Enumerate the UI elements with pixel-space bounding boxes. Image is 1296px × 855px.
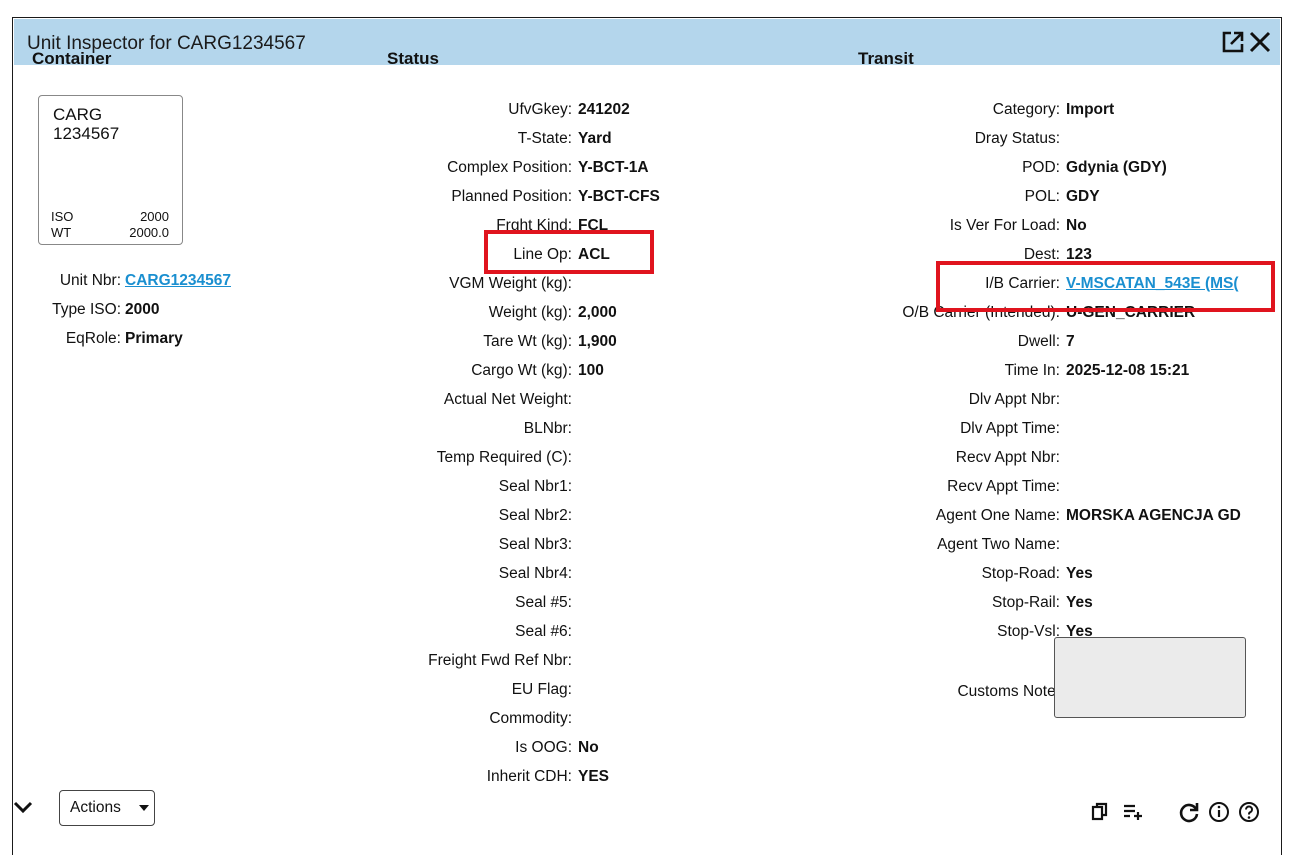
field-label: Inherit CDH: <box>486 768 572 785</box>
card-iso-label: ISO <box>51 209 74 224</box>
field-value: Gdynia (GDY) <box>1066 159 1167 176</box>
field-label: EU Flag: <box>511 681 572 698</box>
field-value: GDY <box>1066 188 1100 205</box>
field-value: 241202 <box>578 101 630 118</box>
actions-button[interactable]: Actions <box>59 790 155 826</box>
field-label: Actual Net Weight: <box>443 391 572 408</box>
field-label: Complex Position: <box>447 159 572 176</box>
chevron-down-icon <box>139 805 149 811</box>
card-wt-label: WT <box>51 225 72 240</box>
card-iso-value: 2000 <box>140 209 169 224</box>
copy-icon[interactable] <box>1089 800 1113 824</box>
field-label: Dlv Appt Time: <box>960 420 1060 437</box>
field-label: Type ISO: <box>52 301 121 318</box>
field-label: Commodity: <box>489 710 572 727</box>
field-label: Seal Nbr4: <box>498 565 572 582</box>
field-label: Seal Nbr2: <box>498 507 572 524</box>
refresh-icon[interactable] <box>1177 800 1201 824</box>
field-label: Planned Position: <box>451 188 572 205</box>
add-to-list-icon[interactable] <box>1121 800 1145 824</box>
field-label: Is OOG: <box>515 739 572 756</box>
field-label: Agent One Name: <box>935 507 1060 524</box>
field-label: Is Ver For Load: <box>949 217 1060 234</box>
field-label: Stop-Vsl: <box>997 623 1060 640</box>
field-label: Stop-Road: <box>981 565 1060 582</box>
unit-inspector-window: Unit Inspector for CARG1234567 <box>12 17 1282 855</box>
field-label: Seal #6: <box>515 623 572 640</box>
field-label: POL: <box>1024 188 1060 205</box>
field-label: Dray Status: <box>974 130 1060 147</box>
field-value: 2025-12-08 15:21 <box>1066 362 1190 379</box>
field-label: VGM Weight (kg): <box>449 275 572 292</box>
field-value: Y-BCT-1A <box>578 159 649 176</box>
container-card: CARG 1234567 ISO 2000 WT 2000.0 <box>38 95 183 245</box>
field-label: Temp Required (C): <box>436 449 572 466</box>
field-value: Yard <box>578 130 612 147</box>
field-label: Agent Two Name: <box>937 536 1060 553</box>
field-value: Yes <box>1066 565 1093 582</box>
card-unit-id: CARG 1234567 <box>53 105 119 143</box>
section-container-title: Container <box>32 49 112 68</box>
field-value: MORSKA AGENCJA GD <box>1066 507 1241 524</box>
field-label: Seal #5: <box>515 594 572 611</box>
field-value: YES <box>578 768 610 785</box>
field-label: Time In: <box>1004 362 1060 379</box>
field-label: Customs Note: <box>957 683 1060 700</box>
popout-icon[interactable] <box>1220 29 1246 55</box>
field-label: Seal Nbr3: <box>498 536 572 553</box>
card-id-line2: 1234567 <box>53 124 120 143</box>
field-label: Seal Nbr1: <box>498 478 572 495</box>
highlight-line-op <box>484 230 654 274</box>
card-wt-value: 2000.0 <box>129 225 169 240</box>
highlight-ib-carrier <box>936 261 1275 312</box>
field-label: Weight (kg): <box>488 304 572 321</box>
customs-note-field[interactable] <box>1054 637 1246 718</box>
field-value: 1,900 <box>578 333 617 350</box>
info-icon[interactable] <box>1207 800 1231 824</box>
card-id-line1: CARG <box>53 105 103 124</box>
field-value: No <box>578 739 599 756</box>
help-icon[interactable] <box>1237 800 1261 824</box>
field-value: 2000 <box>125 301 160 318</box>
field-label: BLNbr: <box>523 420 572 437</box>
field-value: Yes <box>1066 594 1093 611</box>
field-label: Freight Fwd Ref Nbr: <box>428 652 572 669</box>
field-label: Dlv Appt Nbr: <box>968 391 1060 408</box>
field-value: 7 <box>1066 333 1075 350</box>
field-label: Category: <box>992 101 1060 118</box>
close-icon[interactable] <box>1247 29 1273 55</box>
title-bar: Unit Inspector for CARG1234567 <box>14 19 1280 65</box>
field-value: Primary <box>125 330 183 347</box>
field-label: Tare Wt (kg): <box>483 333 572 350</box>
field-label: UfvGkey: <box>508 101 572 118</box>
section-transit-title: Transit <box>858 49 914 68</box>
field-value: Y-BCT-CFS <box>578 188 660 205</box>
actions-label: Actions <box>70 799 121 816</box>
field-value: 2,000 <box>578 304 617 321</box>
expand-chevron-icon[interactable] <box>12 796 34 818</box>
section-status-title: Status <box>387 49 439 68</box>
field-label: Recv Appt Time: <box>947 478 1060 495</box>
field-label: Unit Nbr: <box>59 272 121 289</box>
field-label: EqRole: <box>65 330 121 347</box>
field-value: No <box>1066 217 1087 234</box>
field-label: Cargo Wt (kg): <box>471 362 572 379</box>
field-value: 100 <box>578 362 604 379</box>
field-value: Import <box>1066 101 1115 118</box>
field-label: T-State: <box>517 130 572 147</box>
unit-nbr-link[interactable]: CARG1234567 <box>125 271 231 291</box>
field-label: Recv Appt Nbr: <box>955 449 1060 466</box>
field-label: POD: <box>1022 159 1060 176</box>
field-label: Stop-Rail: <box>991 594 1060 611</box>
field-label: Dwell: <box>1017 333 1060 350</box>
